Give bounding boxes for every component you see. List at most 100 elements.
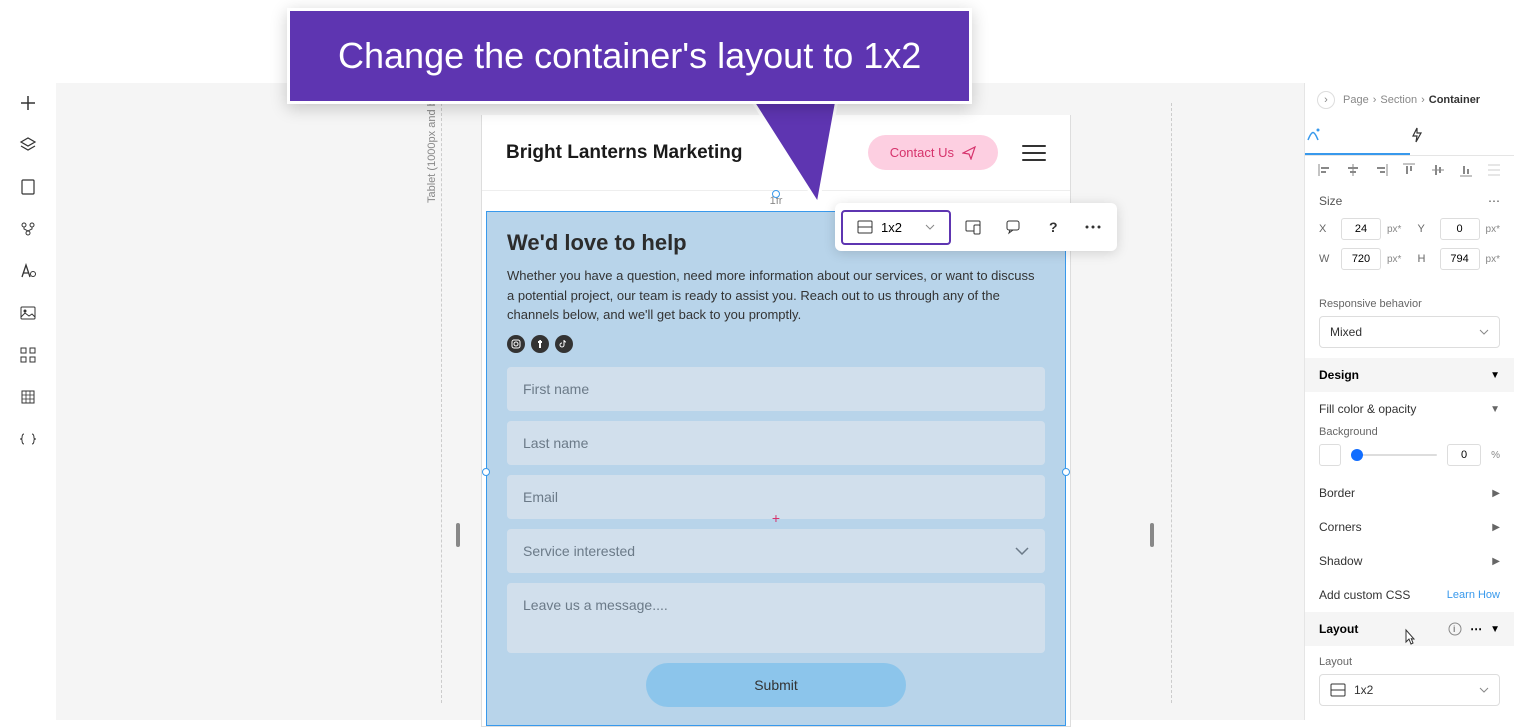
service-placeholder: Service interested	[523, 543, 635, 559]
chevron-down-icon	[1015, 547, 1029, 555]
y-label: Y	[1418, 223, 1434, 235]
selection-handle-left[interactable]	[482, 468, 490, 476]
responsive-icon[interactable]	[955, 209, 991, 245]
fill-label: Fill color & opacity	[1319, 402, 1416, 416]
breadcrumb-page[interactable]: Page	[1343, 94, 1369, 106]
align-bottom-icon[interactable]	[1458, 162, 1474, 178]
border-row[interactable]: Border▶	[1305, 476, 1514, 510]
more-icon[interactable]: ⋯	[1470, 622, 1482, 636]
help-icon[interactable]: ?	[1035, 209, 1071, 245]
h-unit: px*	[1486, 254, 1500, 265]
alignment-row	[1305, 156, 1514, 184]
breadcrumb-back-icon[interactable]: ›	[1317, 91, 1335, 109]
text-tool-icon[interactable]	[16, 259, 40, 283]
h-input[interactable]	[1440, 248, 1480, 270]
corners-label: Corners	[1319, 520, 1362, 534]
color-swatch[interactable]	[1319, 444, 1341, 466]
instagram-icon[interactable]	[507, 335, 525, 353]
more-icon[interactable]: ⋯	[1488, 194, 1500, 208]
social-icons-row	[507, 335, 1045, 353]
responsive-label: Responsive behavior	[1319, 298, 1500, 310]
layout-panel-value: 1x2	[1354, 683, 1373, 697]
first-name-field[interactable]: First name	[507, 367, 1045, 411]
fill-color-row[interactable]: Fill color & opacity ▼	[1305, 392, 1514, 426]
opacity-unit: %	[1491, 450, 1500, 461]
background-label: Background	[1305, 426, 1514, 444]
master-tool-icon[interactable]	[16, 217, 40, 241]
responsive-value: Mixed	[1330, 325, 1362, 339]
layout-dropdown[interactable]: 1x2	[841, 210, 951, 245]
x-label: X	[1319, 223, 1335, 235]
tiktok-icon[interactable]	[555, 335, 573, 353]
design-section-header[interactable]: Design ▼	[1305, 358, 1514, 392]
x-unit: px*	[1387, 224, 1401, 235]
svg-text:i: i	[1453, 624, 1456, 634]
guide-line	[441, 103, 442, 703]
interactions-tab[interactable]	[1410, 117, 1514, 155]
data-tool-icon[interactable]	[16, 385, 40, 409]
contact-us-label: Contact Us	[890, 145, 954, 160]
last-name-field[interactable]: Last name	[507, 421, 1045, 465]
image-tool-icon[interactable]	[16, 301, 40, 325]
design-tab[interactable]	[1305, 117, 1410, 155]
comment-icon[interactable]	[995, 209, 1031, 245]
chevron-down-icon	[925, 224, 935, 230]
shadow-label: Shadow	[1319, 554, 1362, 568]
distribute-icon[interactable]	[1486, 162, 1502, 178]
layout-1x2-icon	[857, 220, 873, 234]
resize-handle-right[interactable]	[1150, 523, 1154, 547]
submit-button[interactable]: Submit	[646, 663, 906, 707]
breadcrumb-container[interactable]: Container	[1429, 94, 1480, 106]
custom-css-label: Add custom CSS	[1319, 588, 1410, 602]
border-label: Border	[1319, 486, 1355, 500]
selected-container[interactable]: ‹ Container We'd love to help Whether yo…	[486, 211, 1066, 726]
opacity-slider[interactable]	[1351, 454, 1437, 456]
add-row-marker[interactable]: +	[772, 510, 780, 526]
corners-row[interactable]: Corners▶	[1305, 510, 1514, 544]
message-placeholder: Leave us a message....	[523, 597, 668, 613]
breadcrumb-section[interactable]: Section	[1380, 94, 1417, 106]
background-row: %	[1305, 444, 1514, 476]
design-header-label: Design	[1319, 368, 1359, 382]
page-tool-icon[interactable]	[16, 175, 40, 199]
align-top-icon[interactable]	[1401, 162, 1417, 178]
facebook-icon[interactable]	[531, 335, 549, 353]
guide-line	[1171, 103, 1172, 703]
more-icon[interactable]	[1075, 209, 1111, 245]
resize-handle-left[interactable]	[456, 523, 460, 547]
add-tool-icon[interactable]	[16, 91, 40, 115]
service-select-field[interactable]: Service interested	[507, 529, 1045, 573]
custom-css-row: Add custom CSS Learn How	[1305, 578, 1514, 612]
align-right-icon[interactable]	[1373, 162, 1389, 178]
y-unit: px*	[1486, 224, 1500, 235]
x-input[interactable]	[1341, 218, 1381, 240]
w-input[interactable]	[1341, 248, 1381, 270]
align-center-v-icon[interactable]	[1430, 162, 1446, 178]
left-toolbar	[0, 83, 56, 720]
size-section-label: Size	[1319, 194, 1342, 208]
w-label: W	[1319, 253, 1335, 265]
responsive-dropdown[interactable]: Mixed	[1319, 316, 1500, 348]
shadow-row[interactable]: Shadow▶	[1305, 544, 1514, 578]
apps-tool-icon[interactable]	[16, 343, 40, 367]
opacity-input[interactable]	[1447, 444, 1481, 466]
contact-us-button[interactable]: Contact Us	[868, 135, 998, 170]
layout-header-label: Layout	[1319, 622, 1358, 636]
align-center-h-icon[interactable]	[1345, 162, 1361, 178]
layers-tool-icon[interactable]	[16, 133, 40, 157]
w-unit: px*	[1387, 254, 1401, 265]
h-label: H	[1418, 253, 1434, 265]
svg-text:?: ?	[1049, 219, 1058, 235]
email-placeholder: Email	[523, 489, 558, 505]
panel-tabs	[1305, 117, 1514, 156]
hamburger-menu-icon[interactable]	[1022, 145, 1046, 161]
info-icon[interactable]: i	[1448, 622, 1462, 636]
selection-handle-right[interactable]	[1062, 468, 1070, 476]
learn-how-link[interactable]: Learn How	[1447, 589, 1500, 601]
layout-panel-dropdown[interactable]: 1x2	[1319, 674, 1500, 706]
align-left-icon[interactable]	[1317, 162, 1333, 178]
code-tool-icon[interactable]	[16, 427, 40, 451]
y-input[interactable]	[1440, 218, 1480, 240]
annotation-arrow-icon	[748, 94, 838, 204]
message-field[interactable]: Leave us a message....	[507, 583, 1045, 653]
